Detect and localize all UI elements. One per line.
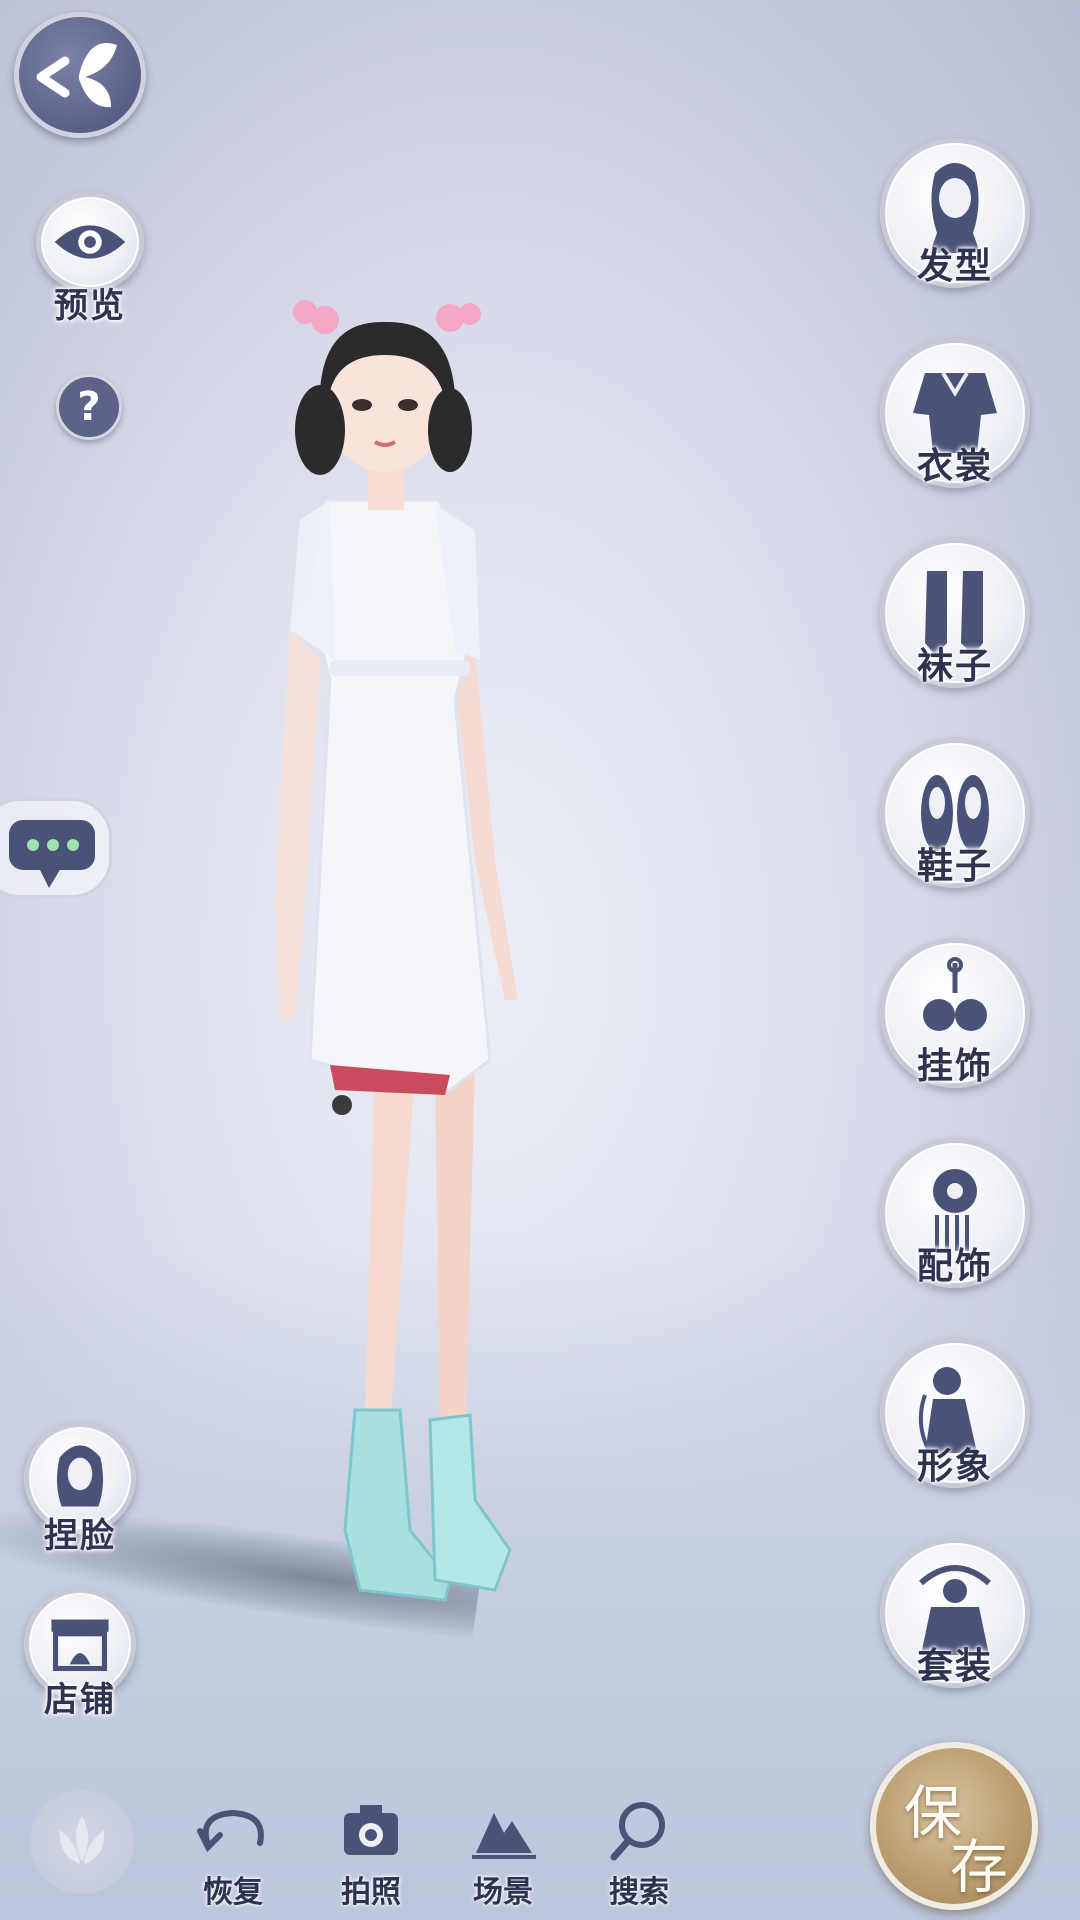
menu-shoes-label: 鞋子 bbox=[916, 845, 993, 887]
menu-clothing-label: 衣裳 bbox=[916, 445, 993, 487]
menu-appearance-label: 形象 bbox=[916, 1445, 993, 1487]
preview-label: 预览 bbox=[54, 286, 126, 326]
scene-button[interactable]: 场景 bbox=[448, 1795, 558, 1910]
search-icon bbox=[610, 1802, 665, 1861]
preview-button[interactable] bbox=[36, 192, 144, 292]
menu-socks-button[interactable]: 袜子 bbox=[880, 538, 1030, 688]
shop-label: 店铺 bbox=[44, 1680, 116, 1720]
menu-socks-label: 袜子 bbox=[916, 645, 993, 687]
menu-outfit-set-button[interactable]: 套装 bbox=[880, 1538, 1030, 1688]
camera-icon bbox=[344, 1805, 398, 1855]
menu-pendant-label: 挂饰 bbox=[916, 1045, 993, 1087]
restore-icon bbox=[197, 1809, 264, 1853]
save-label-char-2: 存 bbox=[950, 1833, 1009, 1901]
photo-button[interactable]: 拍照 bbox=[316, 1795, 426, 1910]
chat-bubble-icon bbox=[9, 820, 95, 888]
search-label: 搜索 bbox=[609, 1875, 669, 1910]
menu-accessory-button[interactable]: 配饰 bbox=[880, 1138, 1030, 1288]
photo-label: 拍照 bbox=[341, 1875, 401, 1910]
scene-label: 场景 bbox=[473, 1875, 533, 1910]
eye-icon bbox=[54, 225, 126, 259]
menu-hairstyle-button[interactable]: 发型 bbox=[880, 138, 1030, 288]
menu-hairstyle-label: 发型 bbox=[916, 245, 993, 287]
menu-appearance-button[interactable]: 形象 bbox=[880, 1338, 1030, 1488]
save-button[interactable]: 保 存 bbox=[870, 1742, 1038, 1910]
lotus-icon bbox=[59, 1816, 105, 1864]
restore-label: 恢复 bbox=[203, 1875, 263, 1910]
scene-icon bbox=[472, 1813, 536, 1859]
search-button[interactable]: 搜索 bbox=[584, 1795, 694, 1910]
lotus-button[interactable] bbox=[30, 1790, 134, 1894]
character-model bbox=[275, 300, 518, 1602]
back-button[interactable] bbox=[14, 12, 146, 138]
menu-shoes-button[interactable]: 鞋子 bbox=[880, 738, 1030, 888]
menu-accessory-label: 配饰 bbox=[916, 1245, 993, 1287]
back-butterfly-icon bbox=[36, 43, 117, 108]
face-customize-label: 捏脸 bbox=[44, 1516, 116, 1556]
menu-outfit-set-label: 套装 bbox=[916, 1645, 993, 1687]
chat-button[interactable] bbox=[0, 798, 112, 898]
menu-clothing-button[interactable]: 衣裳 bbox=[880, 338, 1030, 488]
restore-button[interactable]: 恢复 bbox=[178, 1795, 288, 1910]
menu-pendant-button[interactable]: 挂饰 bbox=[880, 938, 1030, 1088]
help-button[interactable]: ? bbox=[56, 374, 122, 440]
